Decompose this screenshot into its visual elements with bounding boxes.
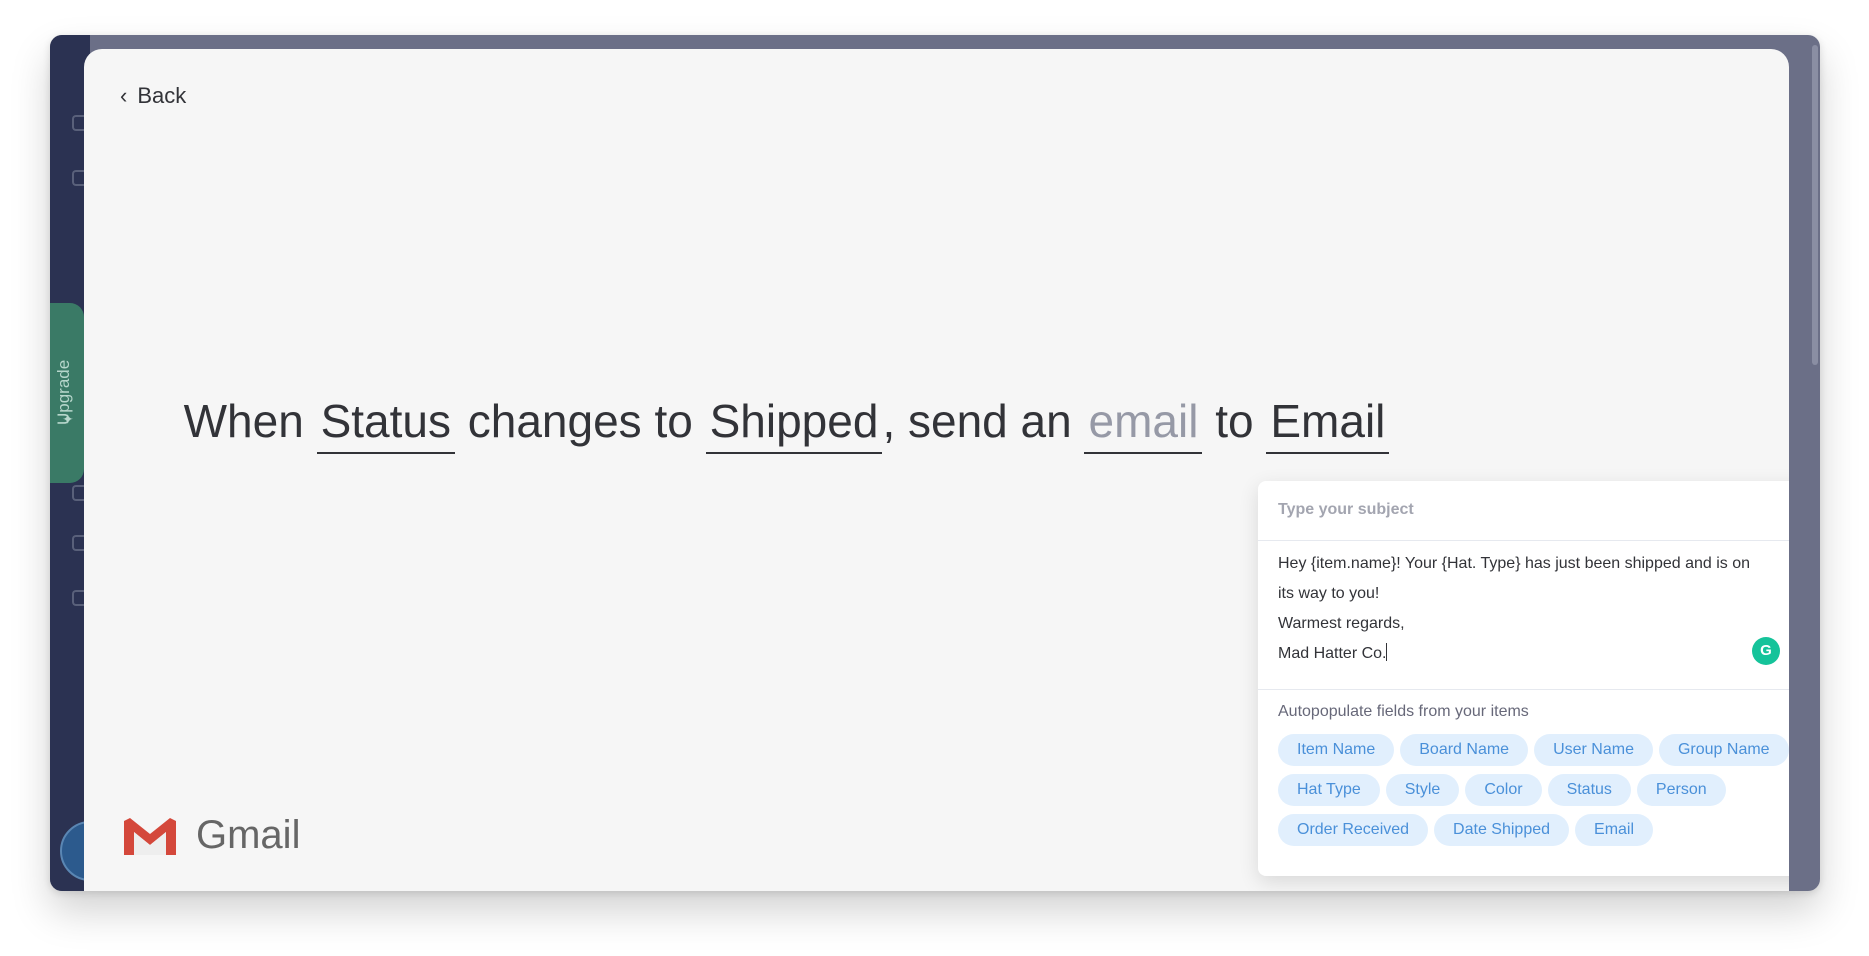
text-caret <box>1386 643 1388 661</box>
field-chip-board-name[interactable]: Board Name <box>1400 734 1529 766</box>
automation-panel: ‹ Back When Status changes to Shipped, s… <box>84 49 1789 891</box>
field-chip-order-received[interactable]: Order Received <box>1278 814 1429 846</box>
action-selector[interactable]: email <box>1084 394 1203 454</box>
invite-user-icon[interactable] <box>72 535 84 551</box>
field-chip-user-name[interactable]: User Name <box>1534 734 1653 766</box>
calendar-icon[interactable] <box>72 485 84 501</box>
autopopulate-label: Autopopulate fields from your items <box>1278 703 1529 720</box>
field-chip-date-shipped[interactable]: Date Shipped <box>1434 814 1570 846</box>
divider <box>1258 540 1789 541</box>
field-chip-group-name[interactable]: Group Name <box>1658 734 1789 766</box>
gmail-wordmark: Gmail <box>196 813 301 857</box>
field-chip-item-name[interactable]: Item Name <box>1278 734 1395 766</box>
app-window: ✦ Upgrade ‹ Back When Status changes to … <box>50 35 1820 891</box>
back-button[interactable]: ‹ Back <box>120 83 186 109</box>
notification-icon[interactable] <box>72 115 84 131</box>
body-line: Hey {item.name}! Your {Hat. Type} has ju… <box>1278 555 1751 572</box>
inbox-icon[interactable] <box>72 170 84 186</box>
chevron-left-icon: ‹ <box>120 83 128 108</box>
scrollbar[interactable] <box>1812 45 1818 365</box>
body-line: Warmest regards, <box>1278 615 1405 632</box>
field-chip-status[interactable]: Status <box>1547 774 1631 806</box>
recipe-text: to <box>1202 395 1267 447</box>
subject-input[interactable]: Type your subject <box>1278 501 1414 519</box>
recipe-sentence: When Status changes to Shipped, send an … <box>84 394 1489 454</box>
gmail-logo: Gmail <box>122 813 300 858</box>
field-chip-email[interactable]: Email <box>1575 814 1654 846</box>
trigger-column-selector[interactable]: Status <box>316 394 455 454</box>
body-line-with-caret: Mad Hatter Co. <box>1278 639 1778 669</box>
recipe-text: When <box>183 395 317 447</box>
search-icon[interactable] <box>72 590 84 606</box>
gmail-icon <box>124 817 176 855</box>
field-chip-hat-type[interactable]: Hat Type <box>1278 774 1380 806</box>
recipe-text: changes to <box>454 395 706 447</box>
field-chip-color[interactable]: Color <box>1465 774 1542 806</box>
back-label: Back <box>137 83 187 108</box>
field-chip-person[interactable]: Person <box>1636 774 1726 806</box>
email-body-input[interactable]: Hey {item.name}! Your {Hat. Type} has ju… <box>1278 549 1778 669</box>
email-editor-popup: Type your subject Hey {item.name}! Your … <box>1258 481 1789 876</box>
field-chips: Item Name Board Name User Name Group Nam… <box>1278 734 1789 846</box>
trigger-value-selector[interactable]: Shipped <box>705 394 883 454</box>
upgrade-label: Upgrade <box>54 359 73 425</box>
divider <box>1258 689 1789 690</box>
body-line: its way to you! <box>1278 585 1380 602</box>
body-line: Mad Hatter Co. <box>1278 645 1387 662</box>
recipient-selector[interactable]: Email <box>1266 394 1390 454</box>
field-chip-style[interactable]: Style <box>1385 774 1460 806</box>
recipe-text: , send an <box>882 395 1085 447</box>
grammarly-icon[interactable]: G <box>1752 637 1780 665</box>
